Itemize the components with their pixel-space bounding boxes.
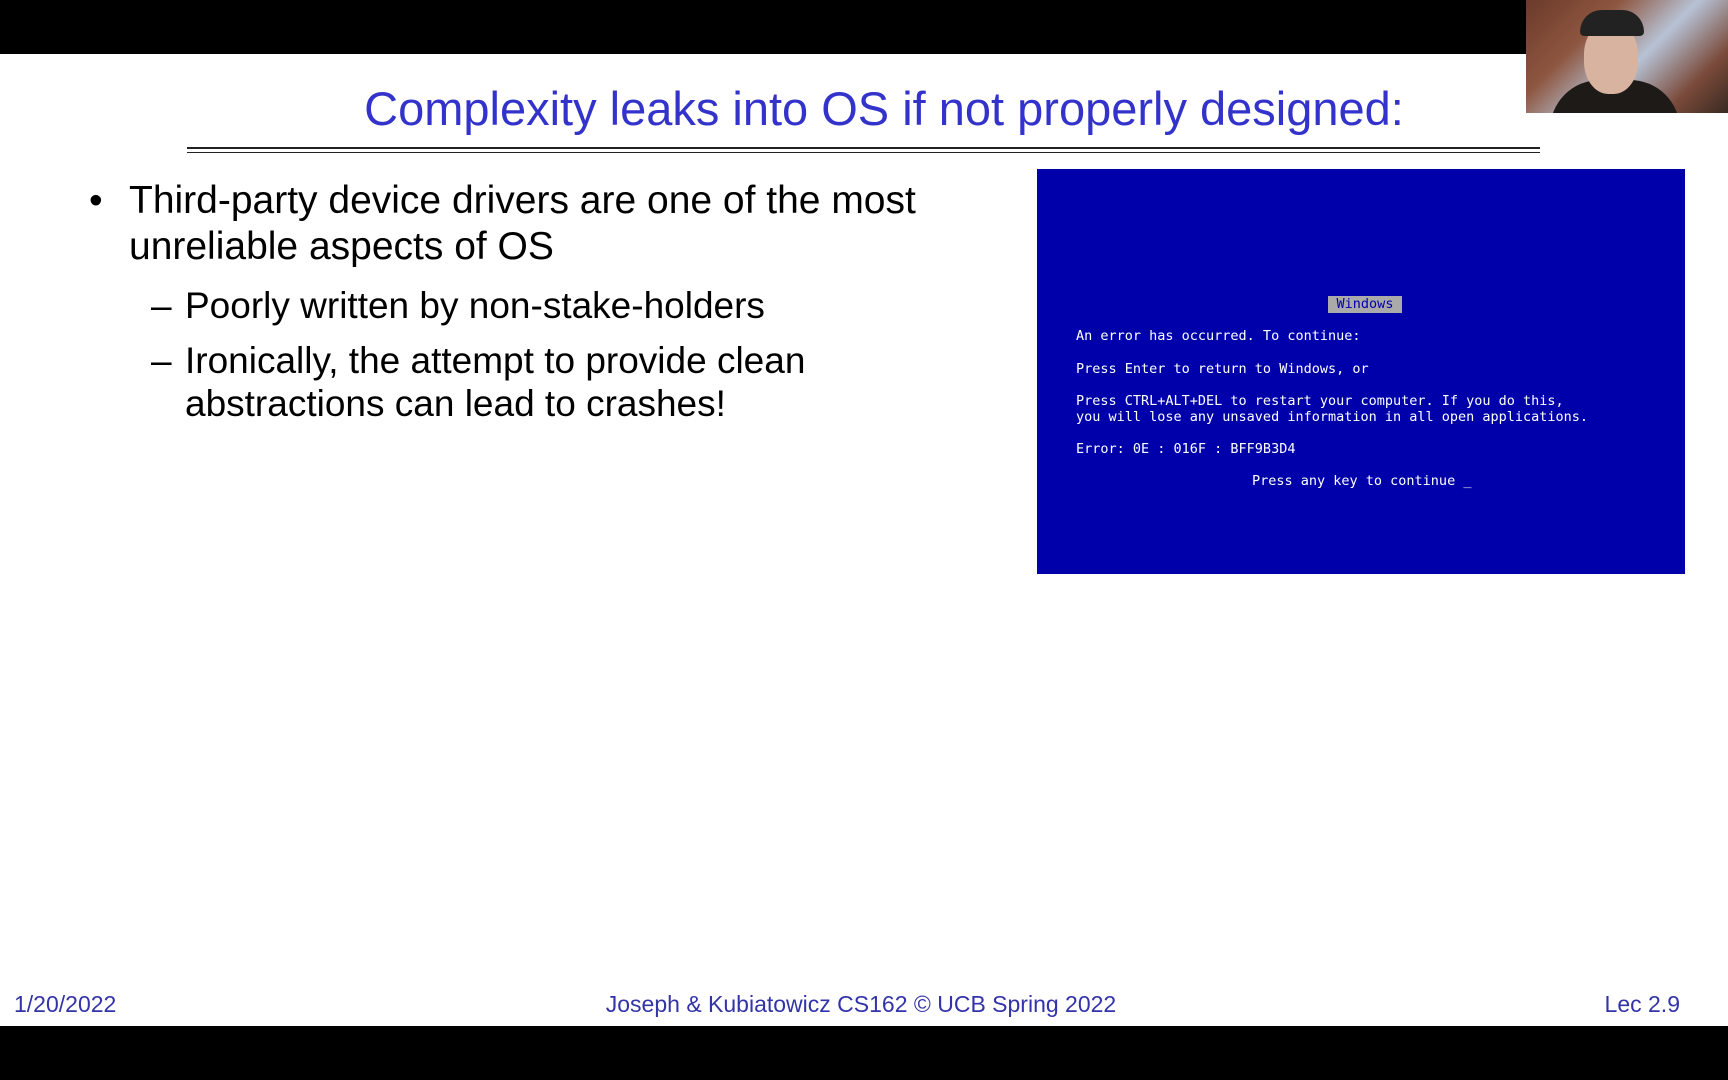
- bullet-list: • Third-party device drivers are one of …: [85, 178, 945, 425]
- presenter-webcam-thumbnail: [1526, 0, 1728, 113]
- footer-course: Joseph & Kubiatowicz CS162 © UCB Spring …: [605, 991, 1117, 1017]
- sub-bullet-text: Poorly written by non-stake-holders: [185, 285, 765, 326]
- title-divider: [187, 147, 1540, 149]
- presentation-slide: Complexity leaks into OS if not properly…: [0, 54, 1728, 1026]
- presenter-cap: [1580, 10, 1644, 36]
- top-letterbox-bar: [0, 0, 1728, 54]
- blue-screen-image: Windows An error has occurred. To contin…: [1037, 169, 1685, 574]
- bsod-line: An error has occurred. To continue:: [1076, 328, 1361, 344]
- bsod-continue-prompt: Press any key to continue _: [1252, 473, 1472, 489]
- bsod-line: Press Enter to return to Windows, or: [1076, 361, 1369, 377]
- sub-bullet-item: – Ironically, the attempt to provide cle…: [85, 339, 945, 425]
- sub-bullet-marker: –: [151, 285, 172, 326]
- bsod-header: Windows: [1328, 296, 1402, 313]
- bsod-error-code: Error: 0E : 016F : BFF9B3D4: [1076, 441, 1296, 457]
- title-divider-thin: [187, 152, 1540, 153]
- bullet-item: • Third-party device drivers are one of …: [85, 178, 945, 270]
- bsod-line: you will lose any unsaved information in…: [1076, 409, 1589, 425]
- footer-lecture-number: Lec 2.9: [1604, 991, 1680, 1017]
- bottom-letterbox-bar: [0, 1026, 1728, 1080]
- bullet-marker: •: [89, 179, 103, 222]
- sub-bullet-marker: –: [151, 340, 172, 381]
- sub-bullet-text: Ironically, the attempt to provide clean…: [185, 340, 806, 424]
- sub-bullet-item: – Poorly written by non-stake-holders: [85, 284, 945, 327]
- bullet-text: Third-party device drivers are one of th…: [129, 179, 916, 268]
- slide-title: Complexity leaks into OS if not properly…: [364, 82, 1404, 135]
- bsod-line: Press CTRL+ALT+DEL to restart your compu…: [1076, 393, 1564, 409]
